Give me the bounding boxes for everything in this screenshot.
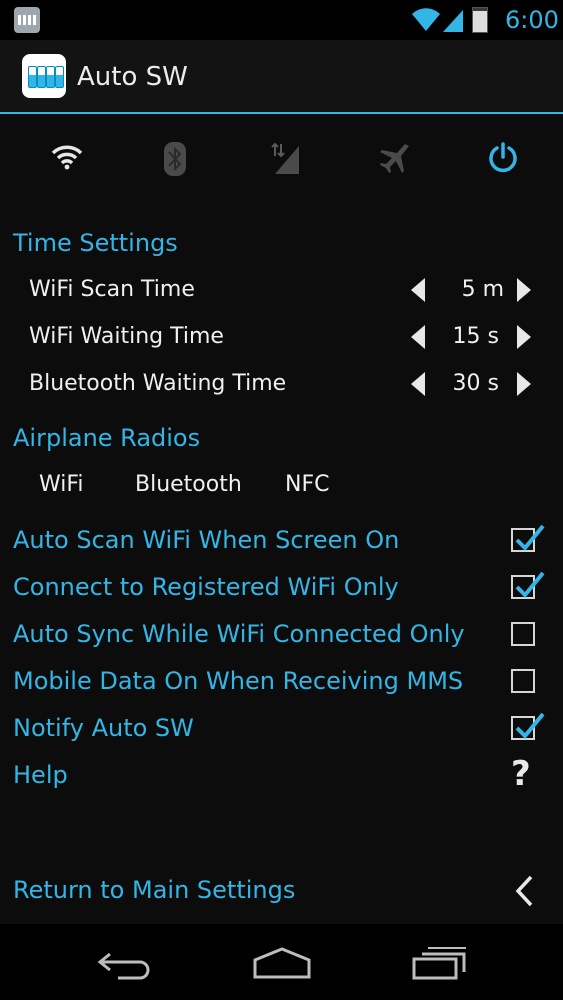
return-label: Return to Main Settings (13, 876, 296, 904)
app-notification-icon (14, 7, 40, 33)
airplane-radio-wifi[interactable]: WiFi (39, 472, 84, 497)
setting-label: WiFi Scan Time (29, 277, 195, 302)
signal-icon (443, 10, 463, 32)
pref-label: Notify Auto SW (13, 714, 194, 742)
airplane-radios-header: Airplane Radios (13, 424, 201, 452)
auto-sw-logo-icon[interactable] (22, 54, 66, 98)
return-to-main-settings[interactable]: Return to Main Settings (0, 858, 563, 924)
recent-apps-icon[interactable] (412, 946, 468, 980)
checkbox-unchecked[interactable] (511, 669, 535, 693)
chevron-left-icon[interactable] (513, 874, 535, 908)
status-bar: 6:00 (0, 0, 563, 40)
bluetooth-icon[interactable] (164, 142, 186, 176)
setting-label: Bluetooth Waiting Time (29, 371, 287, 396)
checkbox-checked[interactable] (511, 571, 545, 599)
mobile-data-icon[interactable] (271, 142, 299, 174)
setting-value: 5 m (461, 277, 504, 302)
setting-label: WiFi Waiting Time (29, 324, 224, 349)
wifi-icon (412, 8, 440, 32)
pref-label: Mobile Data On When Receiving MMS (13, 667, 464, 695)
increase-arrow-icon[interactable] (517, 325, 531, 349)
power-icon[interactable] (487, 142, 519, 174)
battery-icon (472, 7, 488, 33)
wifi-icon[interactable] (51, 144, 83, 170)
back-icon[interactable] (96, 948, 154, 980)
time-settings-header: Time Settings (13, 229, 178, 257)
help-question-icon[interactable]: ? (511, 754, 531, 794)
checkbox-unchecked[interactable] (511, 622, 535, 646)
airplane-radio-nfc[interactable]: NFC (285, 472, 329, 497)
airplane-radio-bluetooth[interactable]: Bluetooth (135, 472, 242, 497)
pref-label: Auto Sync While WiFi Connected Only (13, 620, 465, 648)
decrease-arrow-icon[interactable] (411, 278, 425, 302)
pref-label: Connect to Registered WiFi Only (13, 573, 399, 601)
quick-toggle-row (0, 114, 563, 206)
airplane-icon[interactable] (379, 144, 411, 174)
increase-arrow-icon[interactable] (517, 372, 531, 396)
help-label: Help (13, 761, 68, 789)
checkbox-checked[interactable] (511, 712, 545, 740)
checkbox-checked[interactable] (511, 524, 545, 552)
navigation-bar (0, 924, 563, 1000)
increase-arrow-icon[interactable] (517, 278, 531, 302)
status-time: 6:00 (505, 6, 559, 34)
home-icon[interactable] (252, 946, 312, 980)
app-title: Auto SW (77, 62, 188, 92)
setting-value: 15 s (452, 324, 499, 349)
setting-value: 30 s (452, 371, 499, 396)
pref-label: Auto Scan WiFi When Screen On (13, 526, 400, 554)
action-bar: Auto SW (0, 40, 563, 114)
